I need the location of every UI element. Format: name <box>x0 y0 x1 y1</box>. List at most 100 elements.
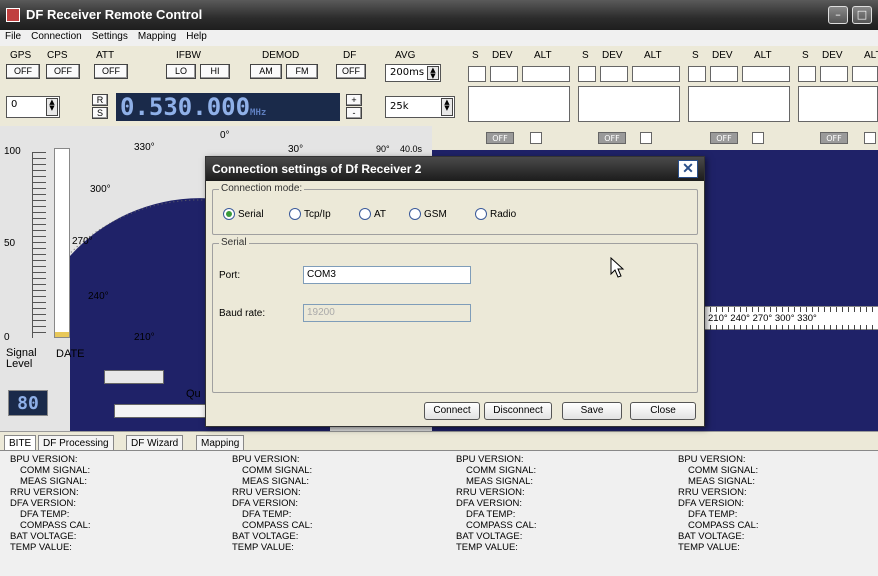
quality-bar <box>114 404 208 418</box>
radio-tcpip-label: Tcp/Ip <box>304 208 331 220</box>
ch3-dev: DEV <box>712 50 733 61</box>
cps-off-button[interactable]: OFF <box>46 64 80 79</box>
radio-icon <box>289 208 301 220</box>
close-button[interactable]: Close <box>630 402 696 420</box>
df-off-button[interactable]: OFF <box>336 64 366 79</box>
radio-serial[interactable]: Serial <box>223 208 264 220</box>
spin-arrows-icon[interactable]: ▲ ▼ <box>441 98 453 116</box>
connect-button[interactable]: Connect <box>424 402 480 420</box>
freq-minus-button[interactable]: - <box>346 107 362 119</box>
menu-mapping[interactable]: Mapping <box>133 30 181 43</box>
rru-version: RRU VERSION: <box>678 487 747 498</box>
df-label: DF <box>343 50 357 61</box>
compass-deg-0: 0° <box>220 130 230 141</box>
frequency-display: 0.530.000MHz <box>116 93 340 121</box>
dialog-title: Connection settings of Df Receiver 2 ✕ <box>206 157 704 181</box>
port-label: Port: <box>219 270 241 281</box>
r-button[interactable]: R <box>92 94 108 106</box>
compass-deg-210: 210° <box>134 332 155 343</box>
timer-value: 40.0s <box>400 144 423 154</box>
ch2-s: S <box>582 50 589 61</box>
meas-signal: MEAS SIGNAL: <box>466 476 534 487</box>
ch2-checkbox[interactable] <box>640 132 652 144</box>
close-icon[interactable]: ✕ <box>678 160 698 178</box>
ch3-panel <box>688 86 790 122</box>
ch4-off-badge[interactable]: OFF <box>820 132 848 144</box>
compass-deg-30: 30° <box>288 144 304 155</box>
avg-select[interactable]: 200ms ▲ ▼ <box>385 64 441 82</box>
gps-off-button[interactable]: OFF <box>6 64 40 79</box>
signal-level-label: Signal Level <box>6 347 37 370</box>
avg-label: AVG <box>395 50 416 61</box>
ch3-alt-box <box>742 66 790 82</box>
bite-column-2: BPU VERSION: COMM SIGNAL: MEAS SIGNAL: R… <box>232 454 442 553</box>
maximize-button[interactable]: □ <box>852 6 872 24</box>
minimize-button[interactable]: – <box>828 6 848 24</box>
ch4-s: S <box>802 50 809 61</box>
ch2-panel <box>578 86 680 122</box>
rru-version: RRU VERSION: <box>456 487 525 498</box>
disconnect-button[interactable]: Disconnect <box>484 402 552 420</box>
compass-deg-300: 300° <box>90 184 111 195</box>
radio-selected-icon <box>223 208 235 220</box>
fm-button[interactable]: FM <box>286 64 318 79</box>
baud-rate-field[interactable]: 19200 <box>303 304 471 322</box>
radio-gsm[interactable]: GSM <box>409 208 447 220</box>
ch4-dev-box <box>820 66 848 82</box>
ch2-off-badge[interactable]: OFF <box>598 132 626 144</box>
compass-deg-270: 270° <box>72 236 93 247</box>
comm-signal: COMM SIGNAL: <box>688 465 759 476</box>
menu-help[interactable]: Help <box>181 30 212 43</box>
save-button[interactable]: Save <box>562 402 622 420</box>
rru-version: RRU VERSION: <box>10 487 79 498</box>
radio-at-label: AT <box>374 208 387 220</box>
channel-spinner[interactable]: 0 ▲ ▼ <box>6 96 60 118</box>
compass-deg-90: 90° <box>376 144 390 154</box>
serial-group-label: Serial <box>219 237 249 248</box>
radio-at[interactable]: AT <box>359 208 386 220</box>
channel-value: 0 <box>11 99 18 110</box>
ch2-s-box <box>578 66 596 82</box>
menu-settings[interactable]: Settings <box>87 30 133 43</box>
azimuth-strip: 210° 240° 270° 300° 330° <box>704 306 878 330</box>
hi-button[interactable]: HI <box>200 64 230 79</box>
port-field[interactable]: COM3 <box>303 266 471 284</box>
temp-value: TEMP VALUE: <box>232 542 294 553</box>
menu-file[interactable]: File <box>0 30 26 43</box>
comm-signal: COMM SIGNAL: <box>242 465 313 476</box>
freq-plus-button[interactable]: + <box>346 94 362 106</box>
rru-version: RRU VERSION: <box>232 487 301 498</box>
app-icon <box>6 8 20 22</box>
ch3-dev-box <box>710 66 738 82</box>
ch4-checkbox[interactable] <box>864 132 876 144</box>
radio-radio-label: Radio <box>490 208 517 220</box>
radio-radio[interactable]: Radio <box>475 208 516 220</box>
am-button[interactable]: AM <box>250 64 282 79</box>
gps-label: GPS <box>10 50 32 61</box>
step-spinner[interactable]: 25k ▲ ▼ <box>385 96 455 118</box>
spin-arrows-icon[interactable]: ▲ ▼ <box>46 98 58 116</box>
att-off-button[interactable]: OFF <box>94 64 128 79</box>
temp-value: TEMP VALUE: <box>678 542 740 553</box>
bite-column-3: BPU VERSION: COMM SIGNAL: MEAS SIGNAL: R… <box>456 454 666 553</box>
ch1-checkbox[interactable] <box>530 132 542 144</box>
att-label: ATT <box>96 50 115 61</box>
ch1-off-badge[interactable]: OFF <box>486 132 514 144</box>
radio-tcpip[interactable]: Tcp/Ip <box>289 208 331 220</box>
bat-voltage: BAT VOLTAGE: <box>232 531 299 542</box>
lo-button[interactable]: LO <box>166 64 196 79</box>
bite-column-4: BPU VERSION: COMM SIGNAL: MEAS SIGNAL: R… <box>678 454 878 553</box>
bite-column-1: BPU VERSION: COMM SIGNAL: MEAS SIGNAL: R… <box>10 454 220 553</box>
spin-arrows-icon[interactable]: ▲ ▼ <box>427 66 439 80</box>
dfa-temp: DFA TEMP: <box>242 509 292 520</box>
azimuth-ticks-bottom <box>704 325 878 330</box>
menu-connection[interactable]: Connection <box>26 30 87 43</box>
frequency-unit: MHz <box>250 108 267 118</box>
toolbar: GPS CPS ATT IFBW DEMOD DF AVG OFF OFF OF… <box>0 46 878 126</box>
dfa-version: DFA VERSION: <box>232 498 298 509</box>
ch3-checkbox[interactable] <box>752 132 764 144</box>
ch3-off-badge[interactable]: OFF <box>710 132 738 144</box>
dialog-title-text: Connection settings of Df Receiver 2 <box>212 162 422 176</box>
s-button[interactable]: S <box>92 107 108 119</box>
compass-cal: COMPASS CAL: <box>242 520 313 531</box>
